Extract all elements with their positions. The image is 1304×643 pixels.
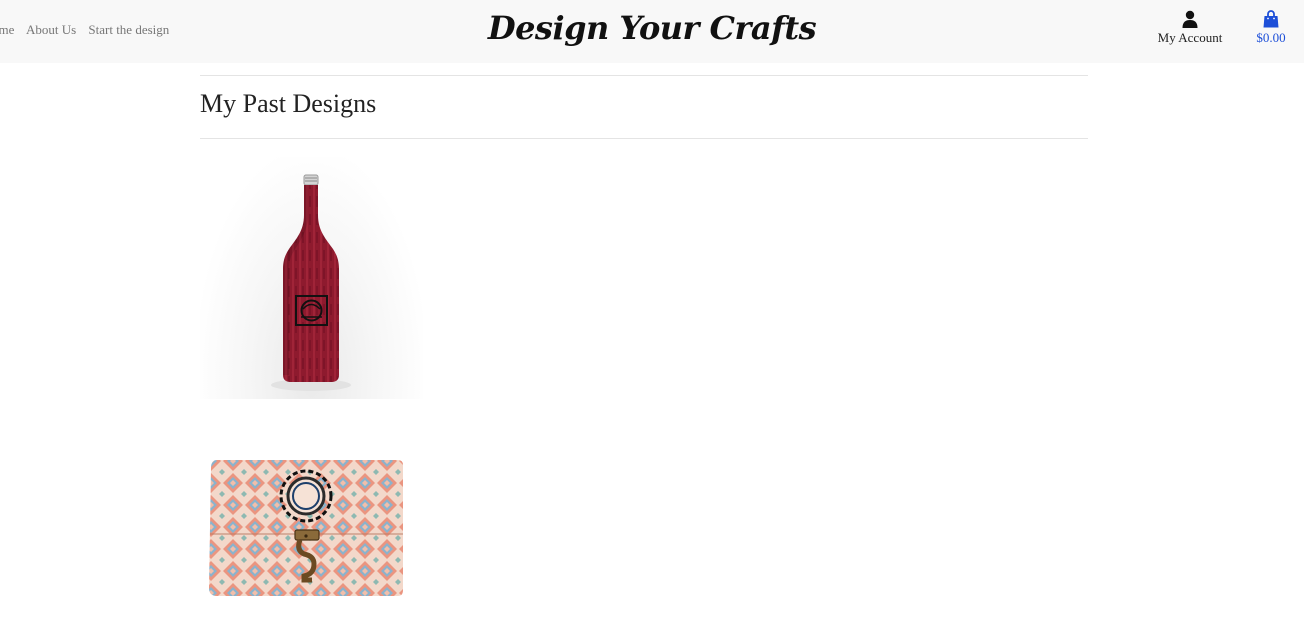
site-logo[interactable]: Design Your Crafts [0,9,1304,47]
title-top-divider [200,75,1088,76]
cart-link[interactable]: $0.00 [1244,10,1298,46]
shopping-bag-icon [1263,10,1279,28]
my-account-label: My Account [1157,30,1223,45]
site-header: ome About Us Start the design Design You… [0,0,1304,63]
past-design-card[interactable] [200,450,423,605]
patterned-box-design-image [209,460,403,596]
my-account-link[interactable]: My Account [1150,10,1230,46]
page-title: My Past Designs [200,89,377,118]
wine-bottle-design-image [271,174,351,391]
cart-total: $0.00 [1256,30,1286,45]
user-icon [1182,10,1198,28]
title-bottom-divider [200,138,1088,139]
past-design-card[interactable] [200,157,423,399]
